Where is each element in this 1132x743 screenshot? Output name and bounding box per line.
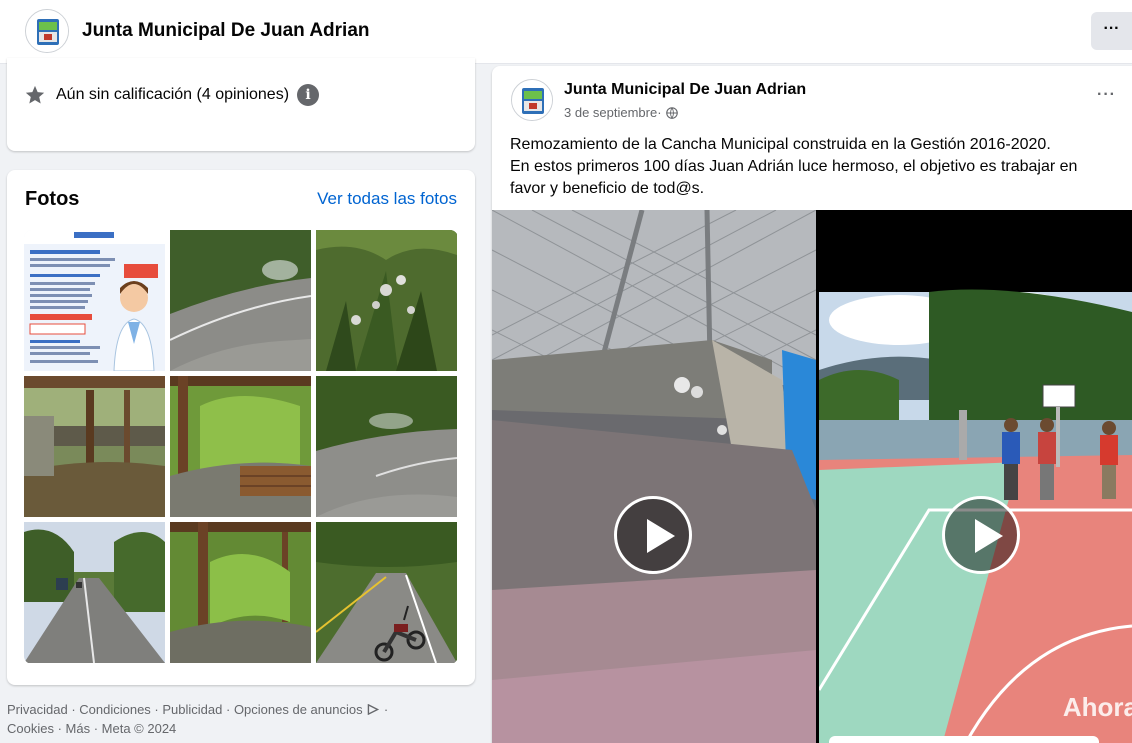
video-overlay-bar — [829, 736, 1099, 743]
photo-thumbnail[interactable] — [170, 522, 311, 663]
copyright: Meta © 2024 — [101, 721, 177, 736]
photo-thumbnail[interactable] — [170, 376, 311, 517]
privacy-link[interactable]: Privacidad — [7, 702, 68, 717]
star-icon — [25, 85, 45, 104]
post-more-options-button[interactable]: ··· — [1097, 86, 1116, 104]
globe-icon — [665, 106, 678, 119]
video-thumbnail[interactable] — [492, 210, 816, 743]
post-meta: 3 de septiembre · — [564, 105, 678, 120]
photo-thumbnail[interactable] — [316, 376, 457, 517]
photos-title: Fotos — [25, 188, 80, 210]
post-text: Remozamiento de la Cancha Municipal cons… — [510, 134, 1110, 200]
play-icon[interactable] — [942, 496, 1020, 574]
post-card: Junta Municipal De Juan Adrian 3 de sept… — [492, 66, 1132, 743]
photos-card: Fotos Ver todas las fotos — [7, 170, 475, 685]
ad-choices-link[interactable]: Opciones de anuncios — [234, 702, 363, 717]
page-avatar[interactable] — [25, 9, 69, 53]
post-date[interactable]: 3 de septiembre — [564, 105, 657, 120]
post-media: Ahora — [492, 210, 1132, 743]
advertising-link[interactable]: Publicidad — [162, 702, 222, 717]
photo-thumbnail[interactable] — [316, 522, 457, 663]
photo-thumbnail[interactable] — [24, 230, 165, 371]
ad-choices-icon — [367, 703, 380, 716]
more-link[interactable]: Más — [66, 721, 91, 736]
page-title[interactable]: Junta Municipal De Juan Adrian — [82, 20, 370, 42]
photo-thumbnail[interactable] — [170, 230, 311, 371]
photo-thumbnail[interactable] — [24, 376, 165, 517]
info-icon[interactable]: i — [297, 84, 320, 106]
more-options-button[interactable]: ··· — [1091, 12, 1132, 50]
see-all-photos-link[interactable]: Ver todas las fotos — [317, 189, 457, 209]
video-thumbnail[interactable]: Ahora — [819, 210, 1132, 743]
rating-row: Aún sin calificación (4 opiniones) i — [24, 84, 320, 106]
photo-grid — [24, 230, 458, 664]
post-text-line: En estos primeros 100 días Juan Adrián l… — [510, 158, 1078, 197]
footer-links: Privacidad · Condiciones · Publicidad · … — [7, 702, 389, 736]
rating-card: Aún sin calificación (4 opiniones) i — [7, 58, 475, 151]
rating-text: Aún sin calificación (4 opiniones) — [56, 86, 290, 103]
post-text-line: Remozamiento de la Cancha Municipal cons… — [510, 136, 1051, 153]
post-author-name[interactable]: Junta Municipal De Juan Adrian — [564, 81, 806, 99]
play-icon[interactable] — [614, 496, 692, 574]
photo-thumbnail[interactable] — [24, 522, 165, 663]
page-header: Junta Municipal De Juan Adrian ··· — [0, 0, 1132, 64]
post-author-avatar[interactable] — [511, 79, 553, 121]
cookies-link[interactable]: Cookies — [7, 721, 54, 736]
video-overlay-text: Ahora — [1062, 692, 1132, 722]
terms-link[interactable]: Condiciones — [79, 702, 151, 717]
photo-thumbnail[interactable] — [316, 230, 457, 371]
